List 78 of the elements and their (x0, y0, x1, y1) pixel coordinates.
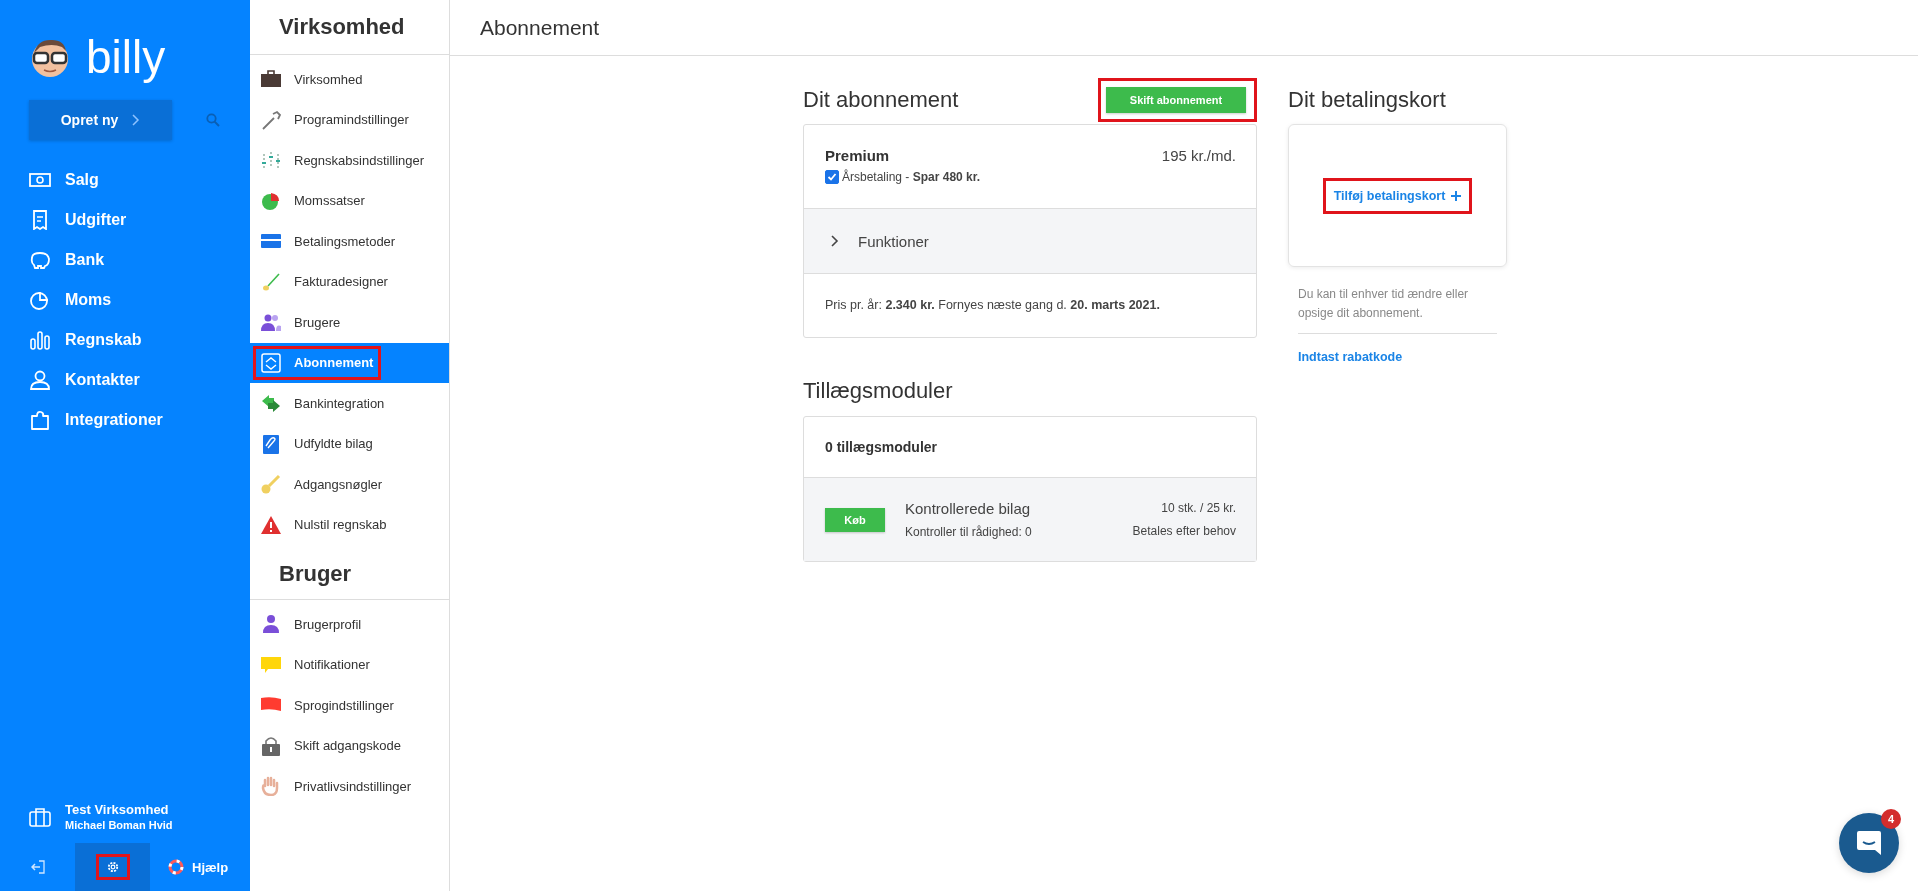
module-detail: Kontroller til rådighed: 0 (905, 525, 1033, 539)
settings-menu-item[interactable]: Bankintegration (250, 383, 449, 424)
nav-item[interactable]: Salg (0, 160, 250, 200)
settings-menu-item[interactable]: Nulstil regnskab (250, 504, 449, 545)
people-icon (260, 312, 282, 333)
settings-menu-item[interactable]: Udfyldte bilag (250, 423, 449, 464)
plus-icon (1451, 190, 1462, 201)
features-toggle[interactable]: Funktioner (804, 209, 1256, 274)
yearly-checkbox[interactable] (825, 170, 839, 184)
bar-chart-icon (29, 330, 51, 350)
discount-code-link[interactable]: Indtast rabatkode (1288, 334, 1507, 381)
paperclip-icon (260, 433, 282, 454)
company-name: Test Virksomhed (65, 802, 170, 817)
section-title: Dit abonnement (803, 87, 959, 113)
nav-item[interactable]: Kontakter (0, 360, 250, 400)
wrench-icon (260, 109, 282, 130)
user-name: Michael Boman Hvid (65, 819, 173, 831)
section-title: Tillægsmoduler (803, 378, 954, 404)
padlock-icon (260, 735, 282, 756)
nav-item[interactable]: Udgifter (0, 200, 250, 240)
cash-icon (29, 170, 51, 190)
menu-heading: Virksomhed (250, 0, 449, 55)
section-title: Dit betalingskort (1288, 87, 1446, 113)
speech-bubble-icon (260, 654, 282, 675)
key-icon (260, 474, 282, 495)
create-new-button[interactable]: Opret ny (29, 100, 172, 140)
briefcase-icon (29, 806, 51, 827)
nav-item[interactable]: Integrationer (0, 400, 250, 440)
settings-icon (105, 860, 120, 874)
exchange-icon (260, 352, 282, 373)
help-link[interactable]: Hjælp (150, 843, 229, 891)
piggy-bank-icon (29, 250, 51, 270)
settings-menu-item[interactable]: Regnskabsindstillinger (250, 140, 449, 181)
search-icon[interactable] (206, 113, 220, 127)
pie-chart-icon (260, 190, 282, 211)
person-icon (260, 614, 282, 635)
chat-button[interactable] (1839, 813, 1899, 873)
settings-menu-item[interactable]: Sprogindstillinger (250, 685, 449, 726)
logout-icon[interactable] (30, 860, 45, 874)
chevron-right-icon (830, 235, 840, 247)
module-name: Kontrollerede bilag (905, 500, 1032, 517)
settings-menu-item[interactable]: Skift adgangskode (250, 725, 449, 766)
sliders-icon (260, 150, 282, 171)
settings-menu-item[interactable]: Virksomhed (250, 59, 449, 100)
lifebuoy-icon (168, 859, 184, 875)
smiling-speech-bubble-icon (1856, 829, 1882, 857)
yearly-label: Årsbetaling - Spar 480 kr. (842, 170, 981, 184)
chevron-right-icon (132, 114, 141, 126)
person-icon (29, 370, 51, 390)
settings-menu-item[interactable]: Betalingsmetoder (250, 221, 449, 262)
price-summary: Pris pr. år: 2.340 kr. Fornyes næste gang d. 20. marts 2021. (824, 297, 1161, 314)
pie-chart-icon (29, 290, 51, 310)
briefcase-icon (260, 69, 282, 90)
settings-menu-item[interactable]: Adgangsnøgler (250, 464, 449, 505)
settings-menu-item[interactable]: Notifikationer (250, 644, 449, 685)
settings-menu-item[interactable]: Programindstillinger (250, 99, 449, 140)
payment-note: Du kan til enhver tid ændre eller opsige dit abonnement. (1297, 286, 1470, 323)
module-price: 10 stk. / 25 kr. (1161, 501, 1236, 515)
nav-item[interactable]: Moms (0, 280, 250, 320)
nav-item[interactable]: Bank (0, 240, 250, 280)
plan-name: Premium (825, 147, 891, 164)
warning-icon (260, 514, 282, 535)
module-billing: Betales efter behov (1132, 524, 1236, 538)
settings-menu-item[interactable]: Brugerprofil (250, 604, 449, 645)
nav-item[interactable]: Regnskab (0, 320, 250, 360)
settings-menu-item[interactable]: Abonnement (250, 342, 449, 383)
settings-menu-item[interactable]: Fakturadesigner (250, 261, 449, 302)
settings-menu-item[interactable]: Momssatser (250, 180, 449, 221)
add-card-link[interactable]: Tilføj betalingskort (1325, 180, 1470, 211)
settings-menu-item[interactable]: Privatlivsindstillinger (250, 766, 449, 807)
plan-price: 195 kr./md. (1161, 147, 1236, 166)
notification-badge: 4 (1881, 809, 1901, 829)
puzzle-piece-icon (29, 410, 51, 430)
arrows-icon (260, 393, 282, 414)
settings-menu-item[interactable]: Brugere (250, 302, 449, 343)
page-title: Abonnement (450, 0, 1918, 56)
menu-heading: Bruger (250, 549, 449, 600)
paintbrush-icon (260, 271, 282, 292)
